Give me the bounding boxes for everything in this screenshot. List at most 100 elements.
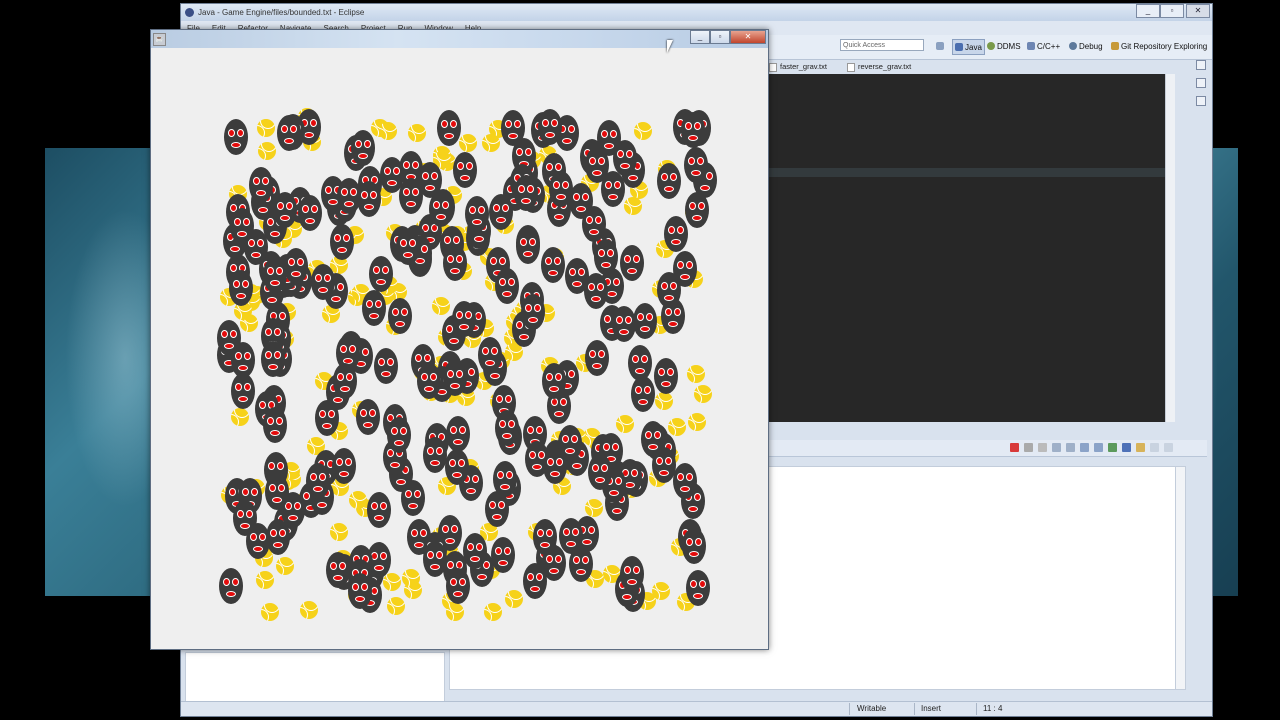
perspective-debug[interactable]: Debug	[1069, 39, 1103, 53]
tennis-ball-sprite	[505, 590, 524, 609]
face-sprite	[442, 245, 467, 282]
face-sprite	[633, 302, 658, 339]
game-close-button[interactable]: ✕	[730, 30, 766, 44]
outline-icon[interactable]	[1196, 78, 1206, 88]
face-sprite	[490, 537, 515, 574]
tennis-ball-sprite	[432, 296, 451, 315]
face-sprite	[265, 518, 290, 555]
remove-all-icon[interactable]	[1038, 443, 1047, 452]
face-sprite	[451, 300, 476, 337]
face-sprite	[488, 194, 513, 231]
face-sprite	[600, 171, 625, 208]
tennis-ball-sprite	[445, 603, 464, 622]
tennis-ball-sprite	[634, 122, 653, 141]
tab-faster-grav[interactable]: faster_grav.txt	[769, 62, 827, 72]
minimize-button[interactable]: _	[1136, 4, 1160, 18]
face-sprite	[628, 345, 653, 382]
terminate-icon[interactable]	[1010, 443, 1019, 452]
face-sprite	[612, 306, 637, 343]
face-sprite	[361, 289, 386, 326]
face-sprite	[332, 447, 357, 484]
status-insert-mode: Insert	[921, 704, 942, 713]
face-sprite	[229, 207, 254, 244]
open-console-icon[interactable]	[1136, 443, 1145, 452]
tennis-ball-sprite	[382, 573, 401, 592]
face-sprite	[276, 115, 301, 152]
face-sprite	[417, 362, 442, 399]
tennis-ball-sprite	[459, 134, 478, 153]
face-sprite	[541, 363, 566, 400]
face-sprite	[587, 454, 612, 491]
face-sprite	[515, 227, 540, 264]
tab-reverse-grav[interactable]: reverse_grav.txt	[847, 62, 911, 72]
face-sprite	[261, 340, 286, 377]
remove-launch-icon[interactable]	[1024, 443, 1033, 452]
java-perspective-icon	[955, 43, 963, 51]
game-minimize-button[interactable]: _	[690, 30, 710, 44]
face-sprite	[680, 111, 705, 148]
face-sprite	[656, 272, 681, 309]
display-console-icon[interactable]	[1122, 443, 1131, 452]
face-sprite	[228, 269, 253, 306]
face-sprite	[452, 151, 477, 188]
eclipse-titlebar[interactable]: Java - Game Engine/files/bounded.txt - E…	[181, 4, 1212, 21]
word-wrap-icon[interactable]	[1080, 443, 1089, 452]
tennis-ball-sprite	[300, 600, 319, 619]
tennis-ball-sprite	[655, 392, 674, 411]
view-icon[interactable]	[1196, 60, 1206, 70]
close-button[interactable]: ✕	[1186, 4, 1210, 18]
tennis-ball-sprite	[231, 408, 250, 427]
perspective-cpp[interactable]: C/C++	[1027, 39, 1060, 53]
perspective-git[interactable]: Git Repository Exploring	[1111, 39, 1207, 53]
console-scrollbar[interactable]	[1175, 466, 1186, 690]
android-icon	[987, 42, 995, 50]
pin-console-icon[interactable]	[1108, 443, 1117, 452]
tennis-ball-sprite	[329, 523, 348, 542]
show-console-icon[interactable]	[1094, 443, 1103, 452]
open-perspective-icon[interactable]	[936, 39, 944, 53]
clear-console-icon[interactable]	[1052, 443, 1061, 452]
face-sprite	[223, 118, 248, 155]
tennis-ball-sprite	[257, 142, 276, 161]
face-sprite	[311, 263, 336, 300]
git-icon	[1111, 42, 1119, 50]
task-list-icon[interactable]	[1196, 96, 1206, 106]
game-titlebar[interactable]: ☕ _ ▫ ✕	[151, 30, 768, 48]
perspective-java[interactable]: Java	[952, 39, 985, 55]
minimize-view-icon[interactable]	[1150, 443, 1159, 452]
face-sprite	[264, 474, 289, 511]
face-sprite	[663, 215, 688, 252]
face-sprite	[685, 570, 710, 607]
face-sprite	[494, 409, 519, 446]
face-sprite	[368, 255, 393, 292]
text-editor[interactable]	[769, 74, 1165, 422]
maximize-button[interactable]: ▫	[1160, 4, 1184, 18]
face-sprite	[495, 267, 520, 304]
face-sprite	[248, 166, 273, 203]
face-sprite	[218, 567, 243, 604]
face-sprite	[681, 527, 706, 564]
face-sprite	[583, 272, 608, 309]
package-explorer-panel[interactable]	[185, 652, 445, 702]
game-canvas[interactable]	[152, 48, 767, 648]
face-sprite	[656, 163, 681, 200]
right-trim-toolbar	[1190, 60, 1212, 140]
perspective-ddms[interactable]: DDMS	[987, 39, 1021, 53]
scroll-lock-icon[interactable]	[1066, 443, 1075, 452]
maximize-view-icon[interactable]	[1164, 443, 1173, 452]
face-sprite	[332, 363, 357, 400]
face-sprite	[585, 339, 610, 376]
quick-access-input[interactable]: Quick Access	[840, 39, 924, 51]
editor-scrollbar[interactable]	[1165, 74, 1175, 422]
face-sprite	[231, 372, 256, 409]
face-sprite	[297, 195, 322, 232]
tennis-ball-sprite	[378, 121, 397, 140]
tennis-ball-sprite	[257, 118, 276, 137]
status-writable: Writable	[857, 704, 887, 713]
face-sprite	[305, 462, 330, 499]
tennis-ball-sprite	[408, 123, 427, 142]
eclipse-app-icon	[185, 8, 194, 17]
face-sprite	[356, 399, 381, 436]
face-sprite	[446, 568, 471, 605]
game-maximize-button[interactable]: ▫	[710, 30, 730, 44]
